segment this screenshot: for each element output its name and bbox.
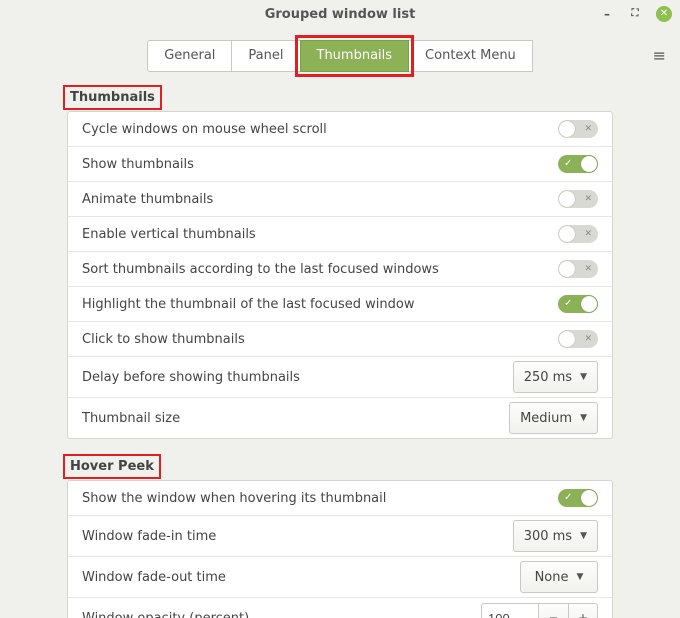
row-animate-thumbnails: Animate thumbnails ✕ (68, 181, 612, 216)
menu-icon[interactable]: ≡ (653, 46, 666, 65)
section-hover-peek: Hover Peek Show the window when hovering… (67, 459, 613, 618)
label-show-thumbnails: Show thumbnails (82, 157, 194, 172)
maximize-button[interactable]: ⛶ (628, 7, 642, 21)
row-sort-thumbnails: Sort thumbnails according to the last fo… (68, 251, 612, 286)
section-hover-peek-title: Hover Peek (67, 459, 613, 474)
tab-general[interactable]: General (147, 40, 232, 72)
tab-bar: General Panel Thumbnails Context Menu ≡ (0, 40, 680, 72)
label-cycle-windows: Cycle windows on mouse wheel scroll (82, 122, 327, 137)
section-thumbnails-panel: Cycle windows on mouse wheel scroll ✕ Sh… (67, 111, 613, 439)
tab-panel[interactable]: Panel (231, 40, 300, 72)
row-opacity: Window opacity (percent) − + (68, 597, 612, 618)
toggle-off-mark-icon: ✕ (584, 260, 592, 278)
toggle-on-mark-icon: ✓ (564, 295, 572, 313)
dropdown-delay-value: 250 ms (524, 370, 572, 385)
row-show-thumbnails: Show thumbnails ✓ (68, 146, 612, 181)
dropdown-fade-out[interactable]: None ▼ (520, 561, 598, 593)
toggle-vertical-thumbnails[interactable]: ✕ (558, 225, 598, 243)
window-controls: – ⛶ ✕ (600, 6, 672, 22)
stepper-opacity: − + (481, 603, 598, 618)
chevron-down-icon: ▼ (580, 531, 587, 541)
toggle-off-mark-icon: ✕ (584, 225, 592, 243)
dropdown-fade-in-value: 300 ms (524, 529, 572, 544)
section-thumbnails: Thumbnails Cycle windows on mouse wheel … (67, 90, 613, 439)
row-size: Thumbnail size Medium ▼ (68, 397, 612, 438)
row-highlight-thumbnail: Highlight the thumbnail of the last focu… (68, 286, 612, 321)
chevron-down-icon: ▼ (580, 413, 587, 423)
toggle-off-mark-icon: ✕ (584, 120, 592, 138)
label-opacity: Window opacity (percent) (82, 611, 249, 618)
dropdown-fade-out-value: None (535, 570, 569, 585)
stepper-plus-button[interactable]: + (568, 603, 598, 618)
row-click-to-show: Click to show thumbnails ✕ (68, 321, 612, 356)
section-hover-peek-panel: Show the window when hovering its thumbn… (67, 480, 613, 618)
toggle-off-mark-icon: ✕ (584, 190, 592, 208)
toggle-on-mark-icon: ✓ (564, 489, 572, 507)
label-fade-out: Window fade-out time (82, 570, 226, 585)
row-delay: Delay before showing thumbnails 250 ms ▼ (68, 356, 612, 397)
row-cycle-windows: Cycle windows on mouse wheel scroll ✕ (68, 112, 612, 146)
label-vertical-thumbnails: Enable vertical thumbnails (82, 227, 256, 242)
toggle-cycle-windows[interactable]: ✕ (558, 120, 598, 138)
label-fade-in: Window fade-in time (82, 529, 216, 544)
close-button[interactable]: ✕ (656, 6, 672, 22)
toggle-sort-thumbnails[interactable]: ✕ (558, 260, 598, 278)
label-delay: Delay before showing thumbnails (82, 370, 300, 385)
dropdown-size[interactable]: Medium ▼ (509, 402, 598, 434)
toggle-hover-show[interactable]: ✓ (558, 489, 598, 507)
label-animate-thumbnails: Animate thumbnails (82, 192, 213, 207)
row-hover-show: Show the window when hovering its thumbn… (68, 481, 612, 515)
toggle-on-mark-icon: ✓ (564, 155, 572, 173)
chevron-down-icon: ▼ (580, 372, 587, 382)
row-fade-in: Window fade-in time 300 ms ▼ (68, 515, 612, 556)
label-click-to-show: Click to show thumbnails (82, 332, 245, 347)
input-opacity[interactable] (481, 603, 538, 618)
toggle-highlight-thumbnail[interactable]: ✓ (558, 295, 598, 313)
toggle-click-to-show[interactable]: ✕ (558, 330, 598, 348)
tab-context-menu[interactable]: Context Menu (408, 40, 533, 72)
window-title: Grouped window list (265, 7, 416, 22)
label-size: Thumbnail size (82, 411, 180, 426)
chevron-down-icon: ▼ (577, 572, 584, 582)
label-highlight-thumbnail: Highlight the thumbnail of the last focu… (82, 297, 414, 312)
toggle-show-thumbnails[interactable]: ✓ (558, 155, 598, 173)
label-sort-thumbnails: Sort thumbnails according to the last fo… (82, 262, 439, 277)
tab-thumbnails[interactable]: Thumbnails (300, 40, 410, 72)
minimize-button[interactable]: – (600, 7, 614, 21)
section-thumbnails-title: Thumbnails (67, 90, 613, 105)
dropdown-size-value: Medium (520, 411, 572, 426)
dropdown-delay[interactable]: 250 ms ▼ (513, 361, 598, 393)
stepper-minus-button[interactable]: − (538, 603, 568, 618)
window-titlebar: Grouped window list – ⛶ ✕ (0, 0, 680, 40)
row-vertical-thumbnails: Enable vertical thumbnails ✕ (68, 216, 612, 251)
label-hover-show: Show the window when hovering its thumbn… (82, 491, 386, 506)
row-fade-out: Window fade-out time None ▼ (68, 556, 612, 597)
toggle-animate-thumbnails[interactable]: ✕ (558, 190, 598, 208)
toggle-off-mark-icon: ✕ (584, 330, 592, 348)
dropdown-fade-in[interactable]: 300 ms ▼ (513, 520, 598, 552)
